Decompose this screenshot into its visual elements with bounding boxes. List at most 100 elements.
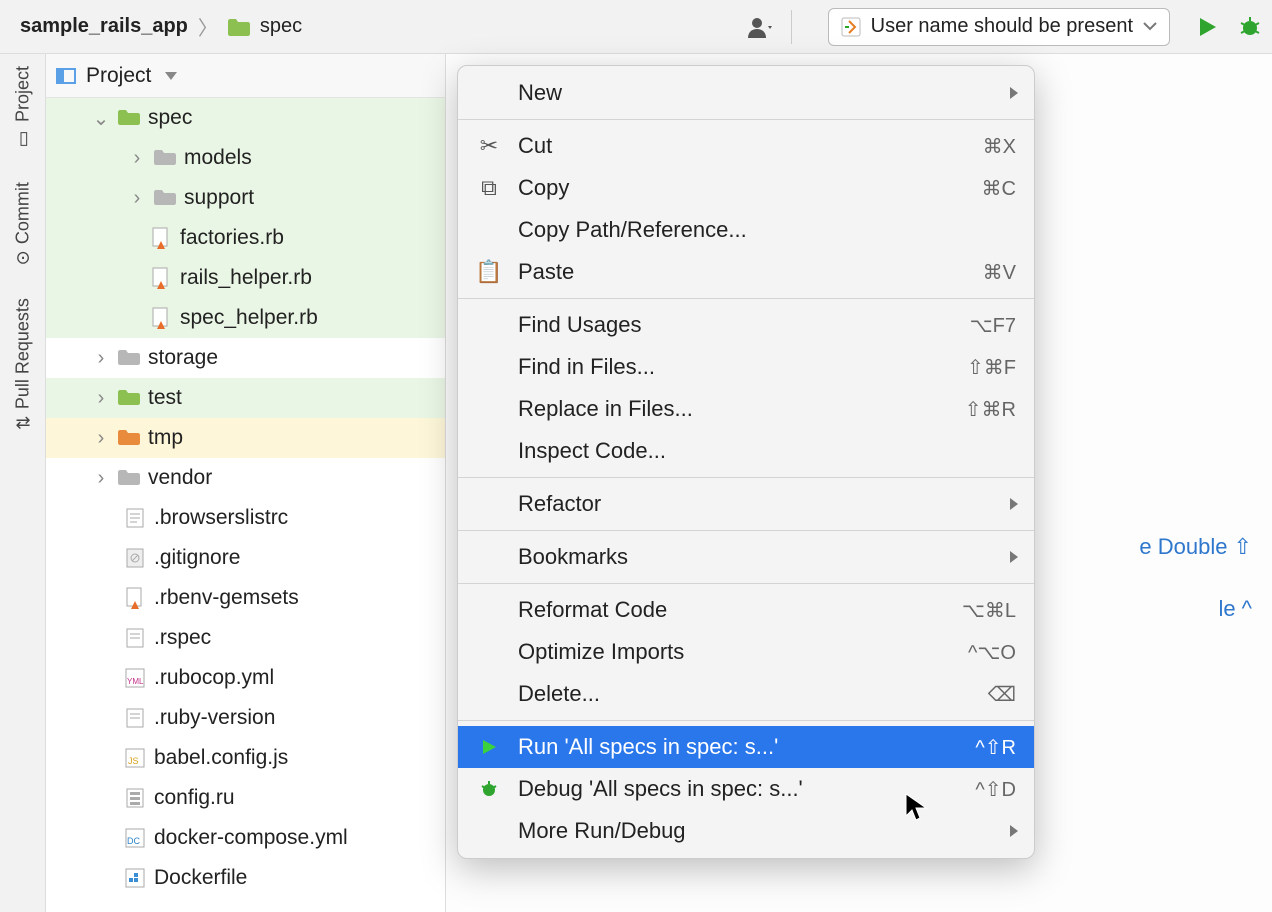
- run-button[interactable]: [1196, 16, 1218, 38]
- rack-file-icon: [124, 788, 146, 808]
- tree-file-rubyversion[interactable]: .ruby-version: [46, 698, 445, 738]
- folder-icon: [154, 149, 176, 167]
- tree-file-rspec[interactable]: .rspec: [46, 618, 445, 658]
- expand-icon[interactable]: ›: [128, 187, 146, 210]
- svg-text:YML: YML: [127, 677, 144, 686]
- menu-debug[interactable]: Debug 'All specs in spec: s...' ^⇧D: [458, 768, 1034, 810]
- gitignore-file-icon: [124, 548, 146, 568]
- expand-icon[interactable]: ›: [92, 387, 110, 410]
- menu-replace-in-files[interactable]: Replace in Files...⇧⌘R: [458, 388, 1034, 430]
- hint-double-shift: e Double ⇧: [1139, 534, 1252, 560]
- tree-file-factories[interactable]: factories.rb: [46, 218, 445, 258]
- tree-file-spec-helper[interactable]: spec_helper.rb: [46, 298, 445, 338]
- run-icon: [476, 738, 502, 756]
- yml-file-icon: YML: [124, 668, 146, 688]
- expand-icon[interactable]: ⌄: [92, 106, 110, 131]
- sidebar-title: Project: [86, 64, 151, 88]
- expand-icon[interactable]: ›: [128, 147, 146, 170]
- expand-icon[interactable]: ›: [92, 467, 110, 490]
- tree-folder-test[interactable]: › test: [46, 378, 445, 418]
- js-file-icon: JS: [124, 748, 146, 768]
- ruby-file-icon: [150, 267, 172, 289]
- menu-optimize-imports[interactable]: Optimize Imports^⌥O: [458, 631, 1034, 673]
- tree-folder-storage[interactable]: › storage: [46, 338, 445, 378]
- project-icon: ▭: [12, 128, 33, 150]
- ruby-file-icon: [150, 227, 172, 249]
- folder-icon: [118, 389, 140, 407]
- run-config-label: User name should be present: [871, 15, 1133, 38]
- menu-find-in-files[interactable]: Find in Files...⇧⌘F: [458, 346, 1034, 388]
- tab-commit[interactable]: ⊙ Commit: [12, 172, 34, 275]
- text-file-icon: [124, 508, 146, 528]
- docker-file-icon: [124, 868, 146, 888]
- menu-find-usages[interactable]: Find Usages⌥F7: [458, 304, 1034, 346]
- project-tree[interactable]: ⌄ spec › models › support factories.rb: [46, 98, 445, 912]
- svg-text:JS: JS: [128, 756, 139, 766]
- text-file-icon: [124, 628, 146, 648]
- breadcrumb-project[interactable]: sample_rails_app: [20, 15, 188, 38]
- tree-file-browserslist[interactable]: .browserslistrc: [46, 498, 445, 538]
- tree-folder-tmp[interactable]: › tmp: [46, 418, 445, 458]
- toolbar: sample_rails_app 〉 spec User name should…: [0, 0, 1272, 54]
- bug-icon: [476, 779, 502, 799]
- menu-more-run-debug[interactable]: More Run/Debug: [458, 810, 1034, 852]
- user-icon[interactable]: [747, 16, 775, 38]
- tab-pull-requests[interactable]: ⇄ Pull Requests: [12, 288, 34, 440]
- project-view-icon: [56, 68, 76, 84]
- context-menu: New ✂Cut⌘X ⧉Copy⌘C Copy Path/Reference..…: [457, 65, 1035, 859]
- tree-file-rails-helper[interactable]: rails_helper.rb: [46, 258, 445, 298]
- tree-file-gitignore[interactable]: .gitignore: [46, 538, 445, 578]
- sidebar-header[interactable]: Project: [46, 54, 445, 98]
- tree-folder-spec[interactable]: ⌄ spec: [46, 98, 445, 138]
- menu-copy-path[interactable]: Copy Path/Reference...: [458, 209, 1034, 251]
- run-config-selector[interactable]: User name should be present: [828, 8, 1170, 46]
- scissors-icon: ✂: [476, 133, 502, 159]
- breadcrumb-folder[interactable]: spec: [260, 15, 302, 38]
- folder-icon: [228, 18, 250, 36]
- expand-icon[interactable]: ›: [92, 427, 110, 450]
- menu-delete[interactable]: Delete...⌫: [458, 673, 1034, 715]
- debug-button[interactable]: [1238, 15, 1262, 39]
- tree-folder-models[interactable]: › models: [46, 138, 445, 178]
- tree-file-rubocop[interactable]: YML.rubocop.yml: [46, 658, 445, 698]
- docker-file-icon: DC: [124, 828, 146, 848]
- tree-folder-vendor[interactable]: › vendor: [46, 458, 445, 498]
- tree-file-babel[interactable]: JSbabel.config.js: [46, 738, 445, 778]
- folder-icon: [118, 109, 140, 127]
- copy-icon: ⧉: [476, 175, 502, 201]
- editor-hints: e Double ⇧ le ^: [1139, 534, 1252, 622]
- folder-icon: [118, 429, 140, 447]
- pull-icon: ⇄: [15, 412, 30, 434]
- tree-file-dockerfile[interactable]: Dockerfile: [46, 858, 445, 898]
- svg-text:DC: DC: [127, 836, 140, 846]
- tree-file-docker-compose[interactable]: DCdocker-compose.yml: [46, 818, 445, 858]
- tab-project[interactable]: ▭ Project: [12, 56, 34, 159]
- folder-icon: [118, 469, 140, 487]
- expand-icon[interactable]: ›: [92, 347, 110, 370]
- menu-bookmarks[interactable]: Bookmarks: [458, 536, 1034, 578]
- run-config-icon: [841, 17, 861, 37]
- tool-tabs: ▭ Project ⊙ Commit ⇄ Pull Requests: [0, 54, 46, 912]
- ruby-file-icon: [150, 307, 172, 329]
- text-file-icon: [124, 708, 146, 728]
- tree-folder-support[interactable]: › support: [46, 178, 445, 218]
- menu-refactor[interactable]: Refactor: [458, 483, 1034, 525]
- menu-run[interactable]: Run 'All specs in spec: s...' ^⇧R: [458, 726, 1034, 768]
- menu-reformat[interactable]: Reformat Code⌥⌘L: [458, 589, 1034, 631]
- menu-copy[interactable]: ⧉Copy⌘C: [458, 167, 1034, 209]
- commit-icon: ⊙: [15, 247, 30, 269]
- chevron-down-icon: [1143, 22, 1157, 32]
- tree-file-configru[interactable]: config.ru: [46, 778, 445, 818]
- menu-new[interactable]: New: [458, 72, 1034, 114]
- chevron-down-icon[interactable]: [165, 72, 177, 80]
- breadcrumb[interactable]: sample_rails_app 〉 spec: [20, 12, 302, 41]
- tree-file-rbenv[interactable]: .rbenv-gemsets: [46, 578, 445, 618]
- menu-cut[interactable]: ✂Cut⌘X: [458, 125, 1034, 167]
- folder-icon: [118, 349, 140, 367]
- menu-paste[interactable]: 📋Paste⌘V: [458, 251, 1034, 293]
- clipboard-icon: 📋: [476, 259, 502, 285]
- ruby-file-icon: [124, 587, 146, 609]
- folder-icon: [154, 189, 176, 207]
- chevron-right-icon: 〉: [198, 12, 218, 41]
- menu-inspect-code[interactable]: Inspect Code...: [458, 430, 1034, 472]
